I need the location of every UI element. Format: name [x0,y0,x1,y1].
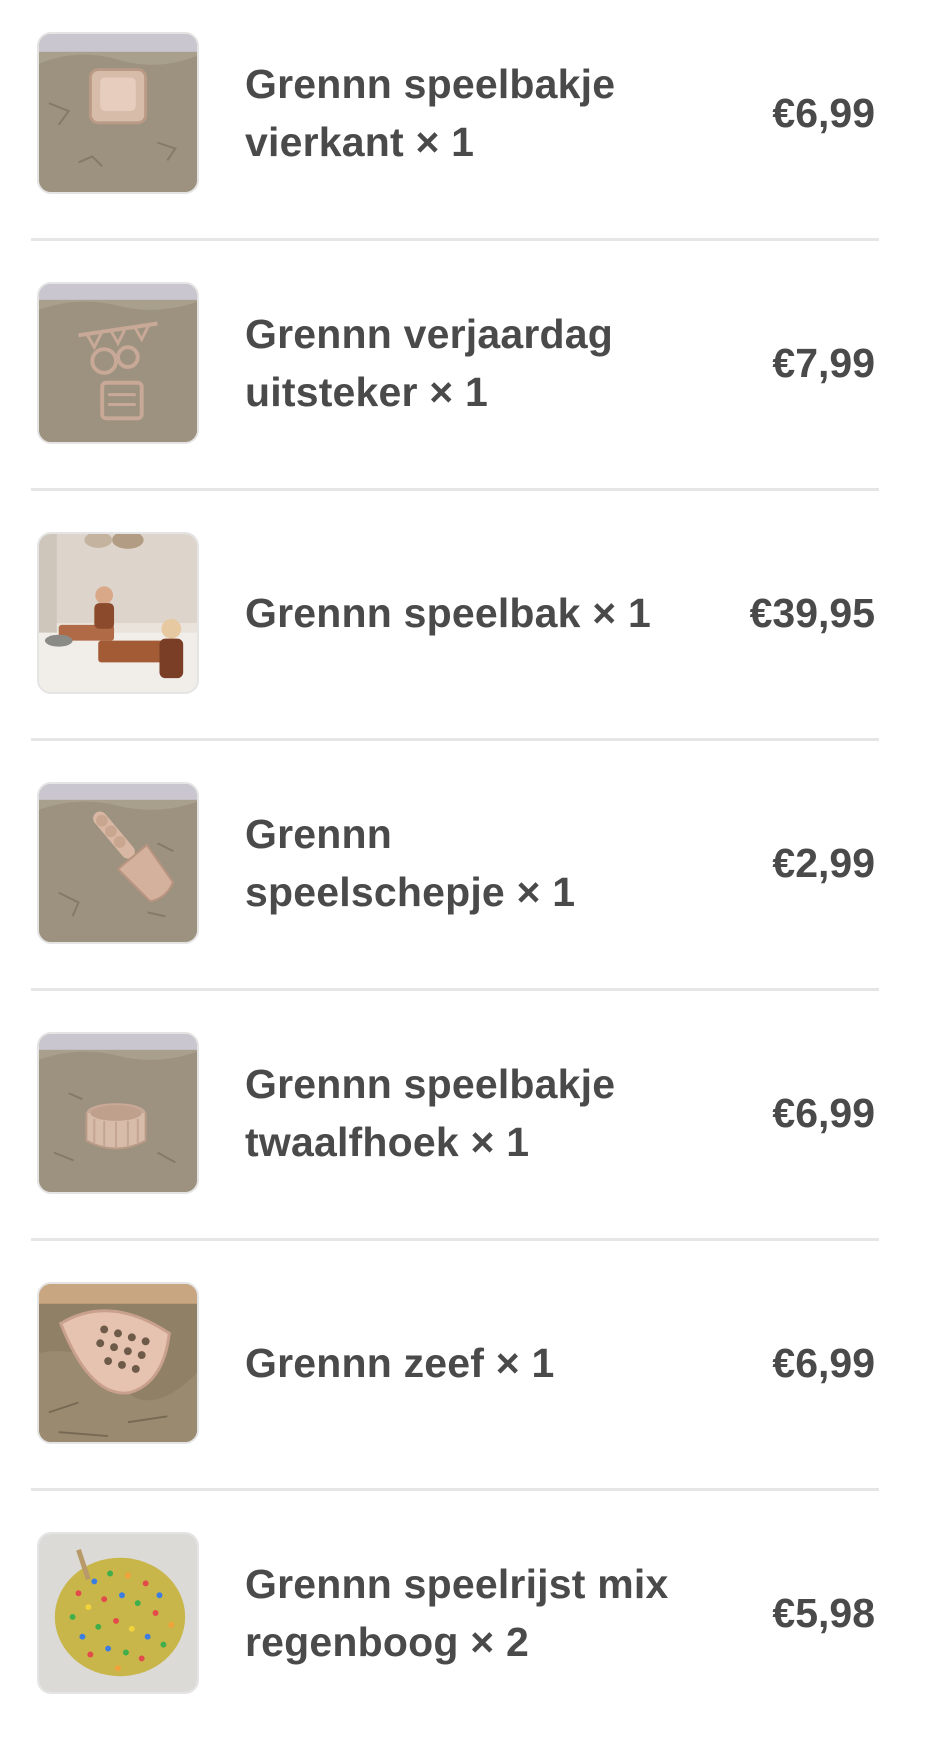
item-price: €7,99 [772,340,875,386]
order-item-row: Grennn speelbakje twaalfhoek × 1 €6,99 [0,1000,935,1250]
item-name-line2: vierkant × 1 [245,119,475,165]
rainbow-rice-icon [37,1532,199,1694]
item-name: Grennn speelschepje × 1 [245,805,685,921]
play-tray-photo [37,532,199,694]
order-item-row: Grennn zeef × 1 €6,99 [0,1250,935,1500]
item-name-line1: Grennn verjaardag [245,311,613,357]
item-name: Grennn verjaardag uitsteker × 1 [245,305,685,421]
divider [31,1238,879,1241]
item-name: Grennn speelbak × 1 [245,584,685,642]
square-sand-mold-icon [37,32,199,194]
sieve-icon [37,1282,199,1444]
order-item-list: Grennn speelbakje vierkant × 1 €6,99 Gre… [0,0,935,1742]
divider [31,988,879,991]
item-name-line1: Grennn speelbakje [245,61,616,107]
item-name-line2: regenboog × 2 [245,1619,529,1665]
item-name: Grennn zeef × 1 [245,1334,685,1392]
divider [31,488,879,491]
item-name-line1: Grennn speelbak × 1 [245,590,651,636]
item-price: €5,98 [772,1590,875,1636]
item-name-line2: uitsteker × 1 [245,369,489,415]
item-name-line2: speelschepje × 1 [245,869,576,915]
order-item-row: Grennn speelbak × 1 €39,95 [0,500,935,750]
item-name-line2: twaalfhoek × 1 [245,1119,530,1165]
scoop-icon [37,782,199,944]
item-name-line1: Grennn zeef × 1 [245,1340,555,1386]
order-item-row: Grennn speelrijst mix regenboog × 2 €5,9… [0,1500,935,1750]
item-price: €2,99 [772,840,875,886]
divider [31,238,879,241]
item-name: Grennn speelbakje twaalfhoek × 1 [245,1055,685,1171]
order-item-row: Grennn verjaardag uitsteker × 1 €7,99 [0,250,935,500]
divider [31,738,879,741]
divider [31,1488,879,1491]
item-name-line1: Grennn speelrijst mix [245,1561,669,1607]
item-price: €6,99 [772,1090,875,1136]
item-price: €6,99 [772,1340,875,1386]
birthday-cutter-icon [37,282,199,444]
order-item-row: Grennn speelbakje vierkant × 1 €6,99 [0,0,935,250]
item-name-line1: Grennn [245,811,392,857]
item-name: Grennn speelrijst mix regenboog × 2 [245,1555,685,1671]
item-name-line1: Grennn speelbakje [245,1061,616,1107]
item-price: €6,99 [772,90,875,136]
item-name: Grennn speelbakje vierkant × 1 [245,55,685,171]
item-price: €39,95 [749,590,875,636]
dodecagon-mold-icon [37,1032,199,1194]
order-item-row: Grennn speelschepje × 1 €2,99 [0,750,935,1000]
